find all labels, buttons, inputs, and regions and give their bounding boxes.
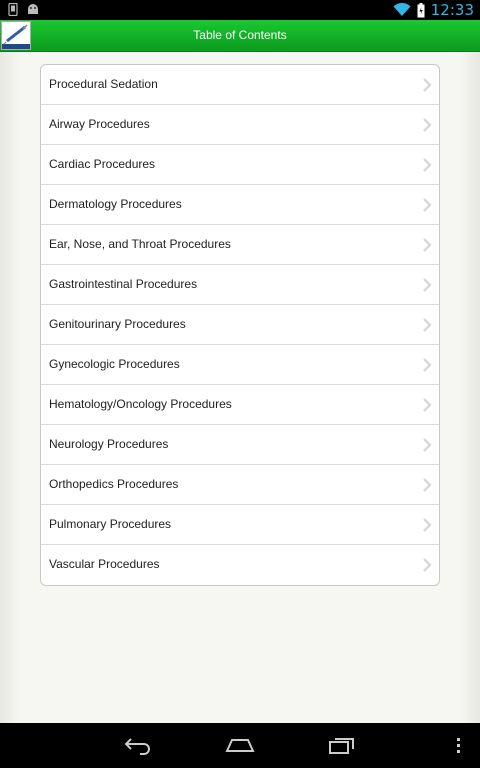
- list-item[interactable]: Airway Procedures: [41, 105, 439, 145]
- status-bar: 12:33: [0, 0, 480, 20]
- list-item-label: Gynecologic Procedures: [49, 357, 180, 371]
- list-item-label: Pulmonary Procedures: [49, 517, 172, 531]
- chevron-right-icon: [423, 398, 432, 412]
- list-item[interactable]: Ear, Nose, and Throat Procedures: [41, 225, 439, 265]
- list-item[interactable]: Neurology Procedures: [41, 425, 439, 465]
- list-item-label: Genitourinary Procedures: [49, 317, 186, 331]
- chevron-right-icon: [423, 318, 432, 332]
- chevron-right-icon: [423, 478, 432, 492]
- list-item-label: Gastrointestinal Procedures: [49, 277, 198, 291]
- list-item[interactable]: Vascular Procedures: [41, 545, 439, 585]
- list-item[interactable]: Genitourinary Procedures: [41, 305, 439, 345]
- list-item[interactable]: Pulmonary Procedures: [41, 505, 439, 545]
- chevron-right-icon: [423, 158, 432, 172]
- chevron-right-icon: [423, 78, 432, 92]
- overflow-menu-icon[interactable]: [455, 735, 463, 755]
- battery-icon: [417, 2, 425, 17]
- list-item-label: Ear, Nose, and Throat Procedures: [49, 237, 231, 251]
- chevron-right-icon: [423, 278, 432, 292]
- list-item[interactable]: Orthopedics Procedures: [41, 465, 439, 505]
- chevron-right-icon: [423, 198, 432, 212]
- list-item[interactable]: Dermatology Procedures: [41, 185, 439, 225]
- chevron-right-icon: [423, 438, 432, 452]
- list-item[interactable]: Gynecologic Procedures: [41, 345, 439, 385]
- list-item[interactable]: Cardiac Procedures: [41, 145, 439, 185]
- page-title: Table of Contents: [193, 28, 287, 42]
- back-icon[interactable]: [122, 735, 152, 755]
- list-item[interactable]: Gastrointestinal Procedures: [41, 265, 439, 305]
- chevron-right-icon: [423, 118, 432, 132]
- list-item[interactable]: Procedural Sedation: [41, 65, 439, 105]
- wifi-icon: [393, 3, 411, 16]
- android-icon: [28, 4, 38, 14]
- tablet-icon: [8, 3, 18, 16]
- home-icon[interactable]: [224, 735, 256, 755]
- toc-list: Procedural Sedation Airway Procedures Ca…: [40, 64, 440, 586]
- navigation-bar: [0, 723, 480, 768]
- chevron-right-icon: [423, 238, 432, 252]
- chevron-right-icon: [423, 558, 432, 572]
- clock: 12:33: [430, 1, 474, 19]
- list-item-label: Orthopedics Procedures: [49, 477, 179, 491]
- list-item-label: Vascular Procedures: [49, 557, 160, 571]
- title-bar: Table of Contents: [0, 20, 480, 52]
- list-item-label: Hematology/Oncology Procedures: [49, 397, 232, 411]
- list-item-label: Cardiac Procedures: [49, 157, 156, 171]
- list-item-label: Procedural Sedation: [49, 77, 158, 91]
- list-item-label: Dermatology Procedures: [49, 197, 182, 211]
- list-item-label: Airway Procedures: [49, 117, 150, 131]
- recent-apps-icon[interactable]: [328, 735, 358, 755]
- chevron-right-icon: [423, 518, 432, 532]
- list-item[interactable]: Hematology/Oncology Procedures: [41, 385, 439, 425]
- list-item-label: Neurology Procedures: [49, 437, 169, 451]
- content-area: Procedural Sedation Airway Procedures Ca…: [0, 52, 480, 723]
- chevron-right-icon: [423, 358, 432, 372]
